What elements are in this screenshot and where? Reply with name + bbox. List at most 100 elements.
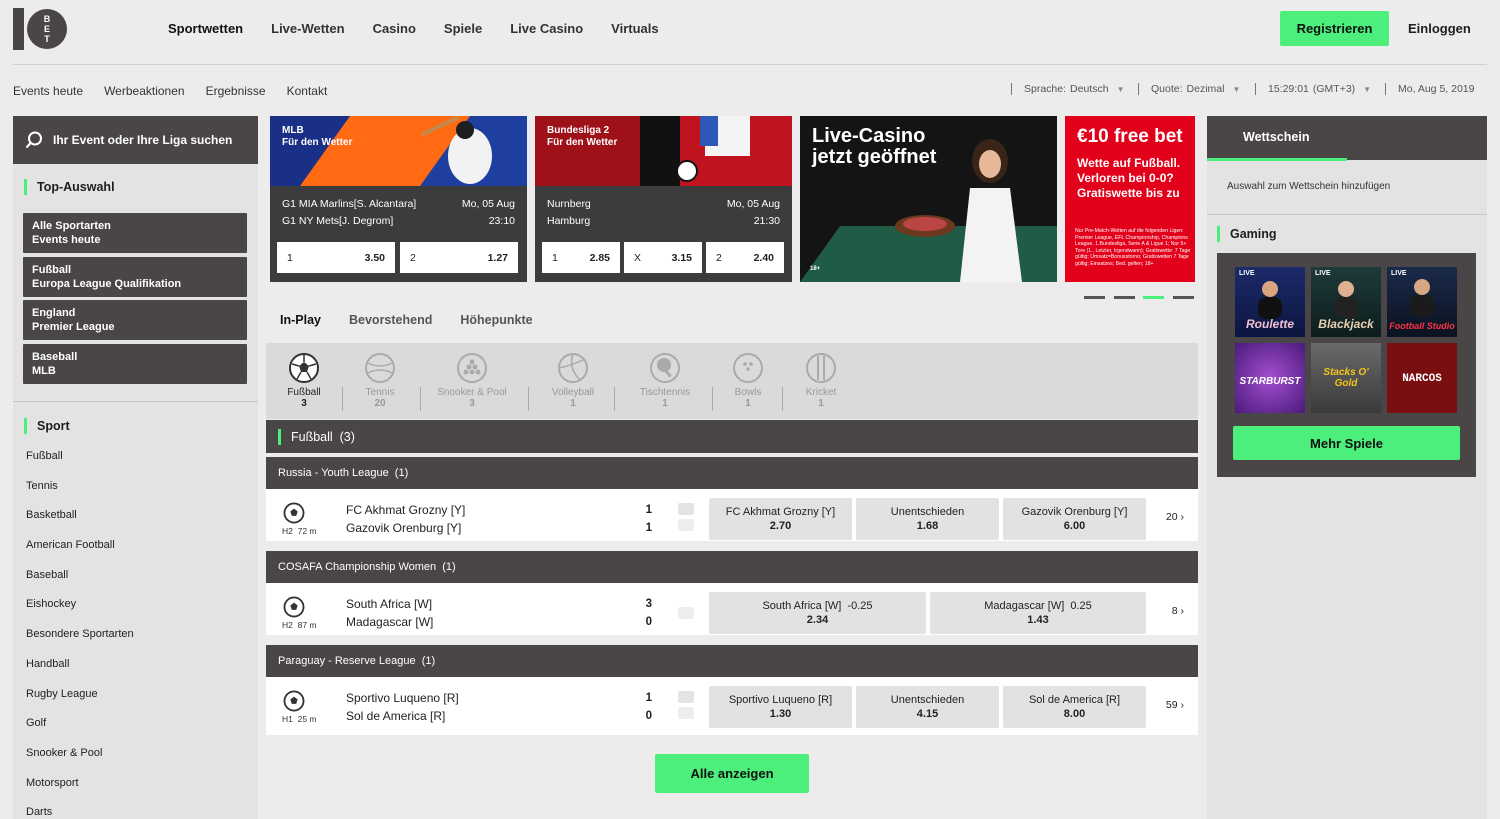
show-all-button[interactable]: Alle anzeigen xyxy=(655,754,809,793)
banner-mlb[interactable]: MLB Für den Wetter G1 MIA Marlins[S. Alc… xyxy=(270,116,527,282)
league-header[interactable]: Russia - Youth League (1) xyxy=(266,457,1198,489)
register-button[interactable]: Registrieren xyxy=(1280,11,1389,46)
odds-button[interactable]: 2 1.27 xyxy=(400,242,518,273)
sidebar-item-rugby-league[interactable]: Rugby League xyxy=(26,687,134,717)
odds-button[interactable]: Madagascar [W] 0.25 1.43 xyxy=(930,592,1146,634)
table-row[interactable]: H2 87 m South Africa [W] Madagascar [W] … xyxy=(266,583,1198,635)
more-markets-link[interactable]: 20 › xyxy=(1166,511,1184,523)
language-selector[interactable]: Sprache: Deutsch ▼ xyxy=(1011,83,1124,95)
banner-live-casino[interactable]: Live-Casino jetzt geöffnet 18+ xyxy=(800,116,1057,282)
odds-button[interactable]: Gazovik Orenburg [Y] 6.00 xyxy=(1003,498,1146,540)
nav-live-wetten[interactable]: Live-Wetten xyxy=(271,21,344,36)
sidebar-item-darts[interactable]: Darts xyxy=(26,805,134,819)
banner-league: MLB xyxy=(282,125,304,136)
home-score: 3 xyxy=(645,598,652,610)
stats-icon[interactable] xyxy=(678,503,694,515)
game-tile-blackjack[interactable]: LIVE Blackjack xyxy=(1311,267,1381,337)
away-score: 1 xyxy=(645,522,652,534)
carousel-dot[interactable] xyxy=(1173,296,1194,299)
login-button[interactable]: Einloggen xyxy=(1408,21,1471,36)
more-markets-link[interactable]: 59 › xyxy=(1166,699,1184,711)
timezone-selector[interactable]: 15:29:01 (GMT+3) ▼ xyxy=(1255,83,1371,95)
carousel-dot[interactable] xyxy=(1084,296,1105,299)
banner-bundesliga[interactable]: Bundesliga 2 Für den Wetter Nurnberg Ham… xyxy=(535,116,792,282)
sidebar-item-basketball[interactable]: Basketball xyxy=(26,508,134,538)
nav-live-casino[interactable]: Live Casino xyxy=(510,21,583,36)
sidebar-item-tennis[interactable]: Tennis xyxy=(26,479,134,509)
odds-button[interactable]: Unentschieden 4.15 xyxy=(856,686,999,728)
sidebar-item-motorsport[interactable]: Motorsport xyxy=(26,776,134,806)
sidebar-item-fussball[interactable]: Fußball xyxy=(26,449,134,479)
odds-button[interactable]: 1 3.50 xyxy=(277,242,395,273)
game-tile-narcos[interactable]: NARCOS xyxy=(1387,343,1457,413)
sidebar-item-eishockey[interactable]: Eishockey xyxy=(26,597,134,627)
sidebar-item-snooker-pool[interactable]: Snooker & Pool xyxy=(26,746,134,776)
table-row[interactable]: H1 25 m Sportivo Luqueno [R] Sol de Amer… xyxy=(266,677,1198,735)
top-item-line2: Europa League Qualifikation xyxy=(32,278,182,290)
brand-logo[interactable]: B E T xyxy=(13,8,68,50)
sport-filter-count: 1 xyxy=(818,398,824,409)
odds-button[interactable]: 2 2.40 xyxy=(706,242,784,273)
top-item-all-sports[interactable]: Alle Sportarten Events heute xyxy=(23,213,247,253)
sport-section-header[interactable]: Fußball (3) xyxy=(266,420,1198,453)
sidebar-item-baseball[interactable]: Baseball xyxy=(26,568,134,598)
subnav-promotions[interactable]: Werbeaktionen xyxy=(104,84,185,98)
betslip-header[interactable]: Wettschein xyxy=(1207,116,1487,160)
sidebar-item-american-football[interactable]: American Football xyxy=(26,538,134,568)
odds-value: 1.27 xyxy=(487,251,508,264)
game-tile-roulette[interactable]: LIVE Roulette xyxy=(1235,267,1305,337)
game-tile-starburst[interactable]: STARBURST xyxy=(1235,343,1305,413)
more-markets-link[interactable]: 8 › xyxy=(1172,605,1184,617)
sport-filter-fussball[interactable]: Fußball 3 xyxy=(264,353,344,409)
sport-filter-label: Fußball xyxy=(287,387,321,398)
sidebar-item-golf[interactable]: Golf xyxy=(26,716,134,746)
tab-highlights[interactable]: Höhepunkte xyxy=(460,313,532,327)
top-item-premier-league[interactable]: England Premier League xyxy=(23,300,247,340)
more-games-button[interactable]: Mehr Spiele xyxy=(1233,426,1460,460)
league-header[interactable]: Paraguay - Reserve League (1) xyxy=(266,645,1198,677)
odds-value: 2.70 xyxy=(769,520,792,532)
sport-filter-table-tennis[interactable]: Tischtennis 1 xyxy=(625,353,705,409)
banner-league: Bundesliga 2 xyxy=(547,125,610,136)
odds-button[interactable]: Unentschieden 1.68 xyxy=(856,498,999,540)
table-row[interactable]: H2 72 m FC Akhmat Grozny [Y] Gazovik Ore… xyxy=(266,489,1198,541)
search-input[interactable]: Ihr Event oder Ihre Liga suchen xyxy=(53,133,232,147)
sport-filter-count: 20 xyxy=(374,398,386,409)
league-header[interactable]: COSAFA Championship Women (1) xyxy=(266,551,1198,583)
nav-casino[interactable]: Casino xyxy=(373,21,416,36)
accent-bar xyxy=(24,418,27,434)
nav-virtuals[interactable]: Virtuals xyxy=(611,21,658,36)
nav-sportwetten[interactable]: Sportwetten xyxy=(168,21,243,36)
sport-filter-cricket[interactable]: Kricket 1 xyxy=(781,353,861,409)
odds-button[interactable]: FC Akhmat Grozny [Y] 2.70 xyxy=(709,498,852,540)
tab-upcoming[interactable]: Bevorstehend xyxy=(349,313,432,327)
tab-in-play[interactable]: In-Play xyxy=(280,313,321,327)
sport-filter-tennis[interactable]: Tennis 20 xyxy=(340,353,420,409)
odds-button[interactable]: 1 2.85 xyxy=(542,242,620,273)
odds-button[interactable]: Sol de America [R] 8.00 xyxy=(1003,686,1146,728)
sidebar-item-special-sports[interactable]: Besondere Sportarten xyxy=(26,627,134,657)
top-item-mlb[interactable]: Baseball MLB xyxy=(23,344,247,384)
banner-free-bet[interactable]: €10 free bet Wette auf Fußball. Verloren… xyxy=(1065,116,1195,282)
search-box[interactable]: Ihr Event oder Ihre Liga suchen xyxy=(13,116,258,164)
nav-spiele[interactable]: Spiele xyxy=(444,21,482,36)
subnav-events-today[interactable]: Events heute xyxy=(13,84,83,98)
odds-button[interactable]: X 3.15 xyxy=(624,242,702,273)
carousel-dot-active[interactable] xyxy=(1143,296,1164,299)
game-tile-football-studio[interactable]: LIVE Football Studio xyxy=(1387,267,1457,337)
subnav-results[interactable]: Ergebnisse xyxy=(206,84,266,98)
odds-button[interactable]: South Africa [W] -0.25 2.34 xyxy=(709,592,926,634)
game-tile-stacks-o-gold[interactable]: Stacks O' Gold xyxy=(1311,343,1381,413)
sport-filter-snooker[interactable]: Snooker & Pool 3 xyxy=(432,353,512,409)
sidebar-item-handball[interactable]: Handball xyxy=(26,657,134,687)
sport-filter-volleyball[interactable]: Volleyball 1 xyxy=(533,353,613,409)
sport-filter-bowls[interactable]: Bowls 1 xyxy=(708,353,788,409)
odds-format-selector[interactable]: Quote: Dezimal ▼ xyxy=(1138,83,1240,95)
odds-button[interactable]: Sportivo Luqueno [R] 1.30 xyxy=(709,686,852,728)
search-icon xyxy=(25,131,42,149)
carousel-dot[interactable] xyxy=(1114,296,1135,299)
match-score: 1 0 xyxy=(642,689,652,725)
top-item-europa-league[interactable]: Fußball Europa League Qualifikation xyxy=(23,257,247,297)
subnav-contact[interactable]: Kontakt xyxy=(287,84,328,98)
stats-icon[interactable] xyxy=(678,691,694,703)
